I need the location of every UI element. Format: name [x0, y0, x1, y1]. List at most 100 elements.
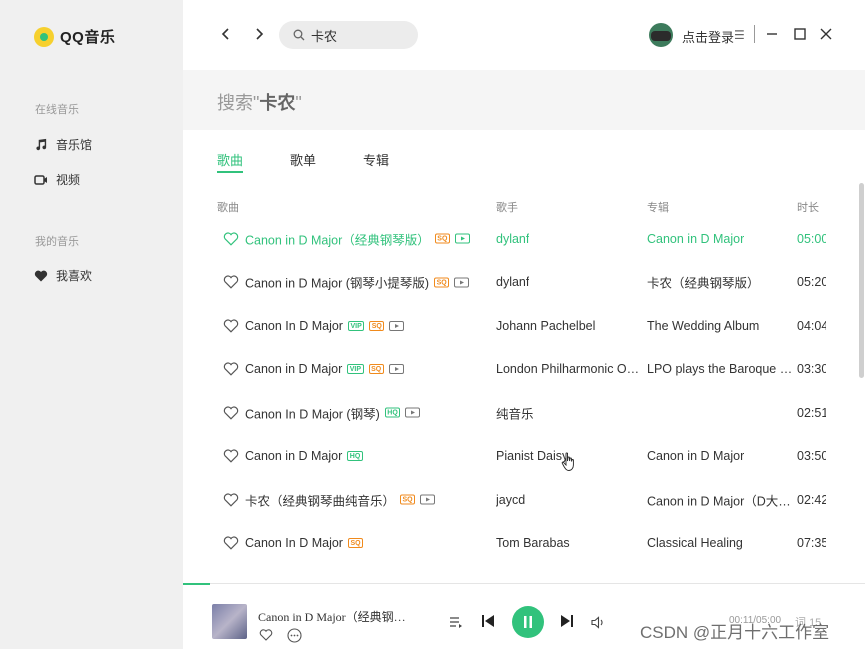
menu-icon[interactable]: ☰ — [734, 28, 745, 42]
table-row[interactable]: Canon In D Major (钢琴) HQ 纯音乐 02:51 — [183, 391, 843, 434]
album-cover[interactable] — [212, 604, 247, 639]
search-box[interactable] — [279, 21, 418, 49]
close-button[interactable] — [818, 26, 834, 42]
more-button[interactable] — [286, 627, 302, 643]
previous-button[interactable] — [480, 613, 496, 629]
search-result-title: 搜索"卡农" — [217, 89, 302, 115]
sidebar-item-label: 视频 — [56, 173, 81, 187]
heart-outline-icon[interactable] — [223, 318, 239, 333]
song-title-cell[interactable]: Canon in D Major（经典钢琴版） SQ — [245, 229, 470, 248]
table-row[interactable]: Canon In D Major SQ Tom Barabas Classical H… — [183, 522, 843, 565]
song-title: Canon in D Major — [245, 449, 343, 463]
song-title-cell[interactable]: Canon In D Major SQ — [245, 536, 364, 550]
table-row[interactable]: Canon In D Major VIP SQ Johann Pachelbel The… — [183, 304, 843, 347]
album-cell[interactable]: Canon in D Major — [647, 449, 744, 463]
artist-cell[interactable]: jaycd — [496, 493, 525, 507]
playlist-button[interactable] — [448, 614, 464, 630]
song-title-cell[interactable]: Canon In D Major VIP SQ — [245, 318, 405, 333]
minimize-button[interactable] — [764, 26, 780, 42]
song-title-cell[interactable]: 卡农（经典钢琴曲纯音乐） SQ — [245, 490, 436, 509]
artist-cell[interactable]: London Philharmonic O… — [496, 362, 638, 376]
tab-songs[interactable]: 歌曲 — [217, 150, 244, 173]
forward-button[interactable] — [249, 24, 269, 44]
table-row[interactable]: Canon in D Major HQ Pianist Daisy Canon in … — [183, 435, 843, 478]
album-cell[interactable]: Classical Healing — [647, 536, 743, 550]
sidebar-item-favorites[interactable]: 我喜欢 — [34, 267, 92, 284]
table-row[interactable]: 卡农（经典钢琴曲纯音乐） SQ jaycd Canon in D Major（D大… 0… — [183, 478, 843, 521]
scrollbar[interactable] — [859, 183, 864, 378]
search-icon — [293, 29, 305, 41]
heart-outline-icon[interactable] — [223, 275, 239, 289]
tab-albums[interactable]: 专辑 — [363, 150, 389, 169]
song-title-cell[interactable]: Canon in D Major VIP SQ — [245, 362, 404, 376]
song-title: Canon in D Major（经典钢琴版） — [245, 233, 430, 247]
sidebar-item-music-hall[interactable]: 音乐馆 — [34, 136, 92, 153]
playback-progress[interactable] — [183, 583, 210, 585]
song-title-cell[interactable]: Canon in D Major HQ — [245, 449, 363, 463]
column-header-song[interactable]: 歌曲 — [217, 199, 239, 215]
table-row[interactable]: Canon in D Major VIP SQ London Philharmonic… — [183, 348, 843, 391]
table-row[interactable]: Canon in D Major（经典钢琴版） SQ dylanf Canon in … — [183, 217, 843, 260]
like-button[interactable] — [258, 627, 274, 643]
mv-icon[interactable] — [405, 407, 421, 418]
column-header-album[interactable]: 专辑 — [647, 199, 669, 215]
album-cell[interactable]: The Wedding Album — [647, 319, 759, 333]
heart-outline-icon[interactable] — [223, 231, 239, 246]
sidebar-item-video[interactable]: 视频 — [34, 171, 80, 188]
skip-back-icon — [482, 615, 494, 627]
artist-cell[interactable]: 纯音乐 — [496, 403, 534, 422]
watermark: CSDN @正月十六工作室 — [640, 623, 830, 642]
album-cell[interactable]: Canon in D Major — [647, 232, 744, 246]
duration-cell: 03:50 — [797, 449, 826, 463]
search-keyword: 卡农 — [259, 93, 296, 113]
maximize-button[interactable] — [792, 26, 808, 42]
search-title-prefix: 搜索" — [217, 93, 260, 113]
column-header-duration[interactable]: 时长 — [797, 199, 819, 215]
login-link[interactable]: 点击登录 — [682, 27, 734, 46]
album-cell[interactable]: LPO plays the Baroque … — [647, 362, 792, 376]
artist-cell[interactable]: Johann Pachelbel — [496, 319, 595, 333]
duration-cell: 07:35 — [797, 536, 826, 550]
sidebar-item-label: 音乐馆 — [56, 138, 93, 152]
mv-icon[interactable] — [389, 320, 405, 331]
heart-outline-icon[interactable] — [223, 492, 239, 507]
now-playing-title[interactable]: Canon in D Major（经典钢… — [258, 608, 406, 625]
artist-cell[interactable]: dylanf — [496, 232, 529, 246]
mv-icon[interactable] — [454, 277, 470, 287]
heart-outline-icon[interactable] — [223, 362, 239, 376]
duration-cell: 03:30 — [797, 362, 826, 376]
back-button[interactable] — [216, 24, 236, 44]
album-cell[interactable]: Canon in D Major（D大… — [647, 490, 791, 509]
album-cell[interactable]: 卡农（经典钢琴版） — [647, 273, 760, 292]
artist-cell[interactable]: Pianist Daisy — [496, 449, 568, 463]
volume-button[interactable] — [590, 614, 606, 630]
duration-cell: 05:20 — [797, 275, 826, 289]
chevron-left-icon — [221, 28, 229, 40]
column-header-artist[interactable]: 歌手 — [496, 199, 518, 215]
tab-playlists[interactable]: 歌单 — [290, 150, 316, 169]
heart-outline-icon[interactable] — [223, 405, 239, 420]
song-title: Canon In D Major — [245, 318, 343, 333]
sidebar: QQ音乐 在线音乐 音乐馆 视频 我的音乐 我喜欢 — [0, 0, 183, 649]
song-title: Canon In D Major (钢琴) — [245, 407, 380, 421]
song-title-cell[interactable]: Canon in D Major (钢琴小提琴版) SQ — [245, 273, 470, 292]
search-input[interactable] — [311, 27, 411, 43]
vip-badge: VIP — [347, 320, 365, 331]
app-logo[interactable]: QQ音乐 — [34, 26, 115, 47]
mv-icon[interactable] — [388, 364, 404, 374]
artist-cell[interactable]: Tom Barabas — [496, 536, 570, 550]
table-row[interactable]: Canon in D Major (钢琴小提琴版) SQ dylanf 卡农（经典钢琴… — [183, 261, 843, 304]
artist-cell[interactable]: dylanf — [496, 275, 529, 289]
avatar[interactable] — [649, 23, 673, 47]
mv-icon[interactable] — [420, 494, 436, 505]
mv-icon[interactable] — [454, 233, 470, 244]
next-button[interactable] — [559, 613, 575, 629]
heart-outline-icon[interactable] — [223, 449, 239, 463]
song-title-cell[interactable]: Canon In D Major (钢琴) HQ — [245, 403, 421, 422]
app-name: QQ音乐 — [60, 29, 116, 46]
pause-button[interactable] — [512, 606, 544, 638]
heart-outline-icon[interactable] — [223, 536, 239, 550]
my-music-section-label: 我的音乐 — [35, 236, 79, 248]
song-title: 卡农（经典钢琴曲纯音乐） — [245, 494, 396, 508]
hq-badge: HQ — [347, 451, 363, 461]
